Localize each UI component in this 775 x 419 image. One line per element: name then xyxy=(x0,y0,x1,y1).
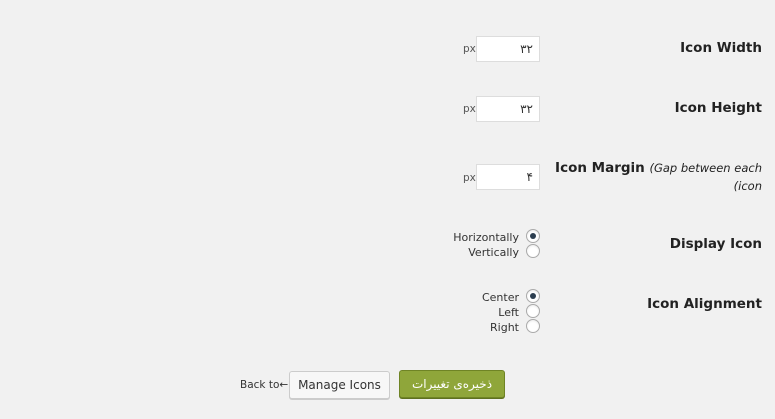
display-option-horizontally-radio[interactable] xyxy=(526,229,540,243)
display-option-vertically-label: Vertically xyxy=(468,246,519,259)
alignment-option-center-label: Center xyxy=(481,291,519,304)
manage-icons-button[interactable]: Manage Icons xyxy=(289,371,390,399)
icon-margin-label-row: Icon Margin (Gap between each xyxy=(555,160,762,176)
icon-height-input[interactable] xyxy=(476,96,540,122)
display-icon-label: Display Icon xyxy=(669,236,762,252)
icon-width-input[interactable] xyxy=(476,36,540,62)
icon-height-unit: px xyxy=(463,103,476,115)
icon-width-unit: px xyxy=(463,43,476,55)
back-to-label: Back to xyxy=(240,379,280,391)
icon-margin-note: (Gap between each xyxy=(649,161,762,175)
display-option-vertically-radio[interactable] xyxy=(526,244,540,258)
alignment-option-right-label: Right xyxy=(490,321,519,334)
alignment-option-center-radio[interactable] xyxy=(526,289,540,303)
save-changes-button[interactable]: ذخیره‌ی تغییرات xyxy=(399,370,505,398)
left-arrow-icon: ← xyxy=(279,379,289,391)
back-to-text: Back to← xyxy=(240,379,288,391)
alignment-option-left-label: Left xyxy=(498,306,519,319)
icon-margin-input[interactable] xyxy=(476,164,540,190)
icon-height-label: Icon Height xyxy=(674,100,762,116)
icon-width-label: Icon Width xyxy=(680,40,762,56)
icon-alignment-label: Icon Alignment xyxy=(647,296,762,312)
icon-margin-unit: px xyxy=(463,172,476,184)
icon-margin-note-cont: (icon xyxy=(733,179,762,193)
alignment-option-left-radio[interactable] xyxy=(526,304,540,318)
icon-margin-label: Icon Margin xyxy=(555,160,645,176)
display-option-horizontally-label: Horizontally xyxy=(453,231,519,244)
alignment-option-right-radio[interactable] xyxy=(526,319,540,333)
